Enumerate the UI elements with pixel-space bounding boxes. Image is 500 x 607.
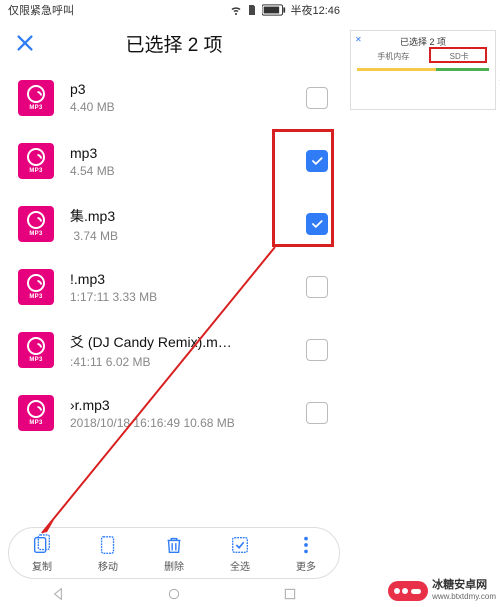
toolbar-pill: 复制 移动 删除 全选 更多 [8,527,340,579]
status-bar: 仅限紧急呼叫 半夜12:46 [0,0,348,20]
mp3-badge-icon: MP3 [18,143,54,179]
file-info: p3 4.40 MB [70,81,306,114]
list-item[interactable]: MP3 集.mp3 ‎ 3.74 MB [0,192,348,255]
file-meta: :41:11 6.02 MB [70,355,306,369]
file-meta: 1:17:11 3.33 MB [70,290,306,304]
list-item[interactable]: MP3 !.mp3 1:17:11 3.33 MB [0,255,348,318]
thumb-close-icon: ✕ [355,35,362,44]
copy-label: 复制 [32,558,52,573]
back-icon[interactable] [50,586,66,602]
mp3-badge-icon: MP3 [18,395,54,431]
file-meta: 2018/10/18 16:16:49 10.68 MB [70,416,306,430]
recent-icon[interactable] [282,586,298,602]
check-icon [310,217,324,231]
file-name: 爻 (DJ Candy Remix).m… [70,332,306,352]
checkbox[interactable] [306,150,328,172]
move-button[interactable]: 移动 [75,528,141,578]
status-time: 半夜12:46 [290,2,340,18]
checkbox[interactable] [306,87,328,109]
annotation-thumb-highlight [429,47,487,63]
checkbox[interactable] [306,213,328,235]
copy-icon [31,534,53,556]
file-meta: ‎ 3.74 MB [70,229,306,243]
watermark-url: www.btxtdmy.com [432,591,496,603]
more-label: 更多 [296,558,316,573]
selectall-icon [229,534,251,556]
list-item[interactable]: MP3 ›r.mp3 2018/10/18 16:16:49 10.68 MB [0,381,348,444]
title-bar: 已选择 2 项 [0,20,348,66]
file-info: !.mp3 1:17:11 3.33 MB [70,271,306,304]
delete-label: 删除 [164,558,184,573]
secure-icon [246,4,258,16]
file-name: ›r.mp3 [70,397,306,413]
file-list: MP3 p3 4.40 MB MP3 mp3 4.54 MB MP3 集.mp3 ‎ 3.74 … [0,66,348,444]
wifi-icon [230,4,242,16]
delete-button[interactable]: 删除 [141,528,207,578]
selectall-button[interactable]: 全选 [207,528,273,578]
thumb-storage-bar [357,68,489,71]
copy-button[interactable]: 复制 [9,528,75,578]
file-meta: 4.54 MB [70,164,306,178]
mp3-badge-icon: MP3 [18,80,54,116]
file-info: 爻 (DJ Candy Remix).m… :41:11 6.02 MB [70,332,306,369]
status-text: 仅限紧急呼叫 [8,2,74,18]
list-item[interactable]: MP3 p3 4.40 MB [0,66,348,129]
mp3-badge-icon: MP3 [18,332,54,368]
more-icon [295,534,317,556]
mp3-badge-icon: MP3 [18,206,54,242]
gamepad-icon [410,585,422,597]
file-info: mp3 4.54 MB [70,145,306,178]
checkbox[interactable] [306,276,328,298]
home-icon[interactable] [166,586,182,602]
selectall-label: 全选 [230,558,250,573]
file-meta: 4.40 MB [70,100,306,114]
file-info: ›r.mp3 2018/10/18 16:16:49 10.68 MB [70,397,306,430]
check-icon [310,154,324,168]
watermark: 冰糖安卓网 www.btxtdmy.com [388,579,496,603]
floating-thumbnail: ✕ 已选择 2 项 手机内存 SD卡 › [350,30,496,110]
list-item[interactable]: MP3 爻 (DJ Candy Remix).m… :41:11 6.02 MB [0,318,348,381]
android-navbar [0,581,348,607]
battery-icon [262,4,286,16]
trash-icon [163,534,185,556]
file-name: p3 [70,81,306,97]
page-title: 已选择 2 项 [0,30,348,57]
watermark-logo [388,581,428,601]
file-name: !.mp3 [70,271,306,287]
file-info: 集.mp3 ‎ 3.74 MB [70,206,306,243]
watermark-text: 冰糖安卓网 [432,579,496,591]
phone-screen: 仅限紧急呼叫 半夜12:46 已选择 2 项 MP3 p3 4.40 MB MP3 mp… [0,0,348,607]
file-name: mp3 [70,145,306,161]
checkbox[interactable] [306,402,328,424]
list-item[interactable]: MP3 mp3 4.54 MB [0,129,348,192]
status-right: 半夜12:46 [230,2,340,18]
checkbox[interactable] [306,339,328,361]
toolbar: 复制 移动 删除 全选 更多 [8,527,340,579]
thumb-col1: 手机内存 [377,51,409,62]
move-icon [97,534,119,556]
file-name: 集.mp3 [70,206,306,226]
mp3-badge-icon: MP3 [18,269,54,305]
more-button[interactable]: 更多 [273,528,339,578]
move-label: 移动 [98,558,118,573]
